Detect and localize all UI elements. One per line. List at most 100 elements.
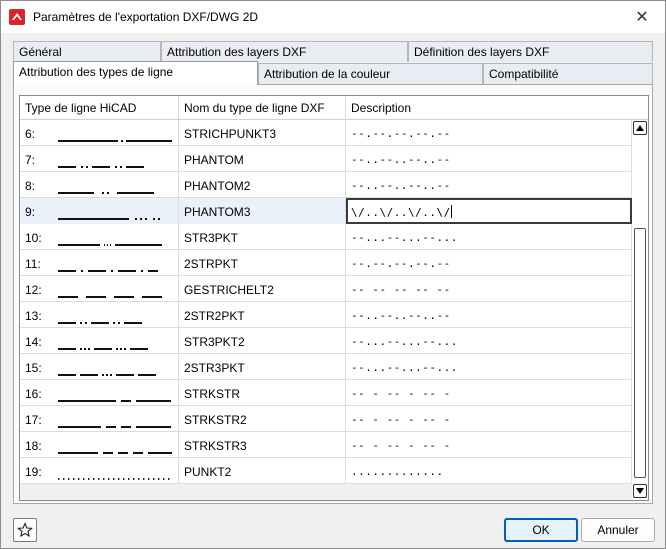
dxf-name-cell[interactable]: PUNKT2 [179, 458, 346, 484]
description-cell[interactable]: --...--...--... [346, 354, 632, 380]
tab-compatibility[interactable]: Compatibilité [483, 63, 653, 84]
table-row[interactable]: 14: STR3PKT2 --...--...--... [20, 328, 632, 354]
dxf-name-cell[interactable]: STR3PKT [179, 224, 346, 250]
close-icon: ✕ [635, 9, 649, 26]
row-number: 18: [25, 439, 42, 453]
tab-layer-attribution[interactable]: Attribution des layers DXF [161, 41, 408, 62]
dxf-name-cell[interactable]: PHANTOM3 [179, 198, 346, 224]
row-number: 7: [25, 153, 36, 167]
hicad-linetype-cell[interactable]: 14: [20, 328, 179, 354]
row-number: 9: [25, 205, 36, 219]
tab-general[interactable]: Général [13, 41, 161, 62]
linetype-pattern-icon [58, 400, 171, 402]
table-row[interactable]: 16: STRKSTR -- - -- - -- - [20, 380, 632, 406]
vertical-scrollbar[interactable] [632, 120, 648, 500]
linetype-pattern-icon [58, 140, 172, 142]
hicad-linetype-cell[interactable]: 9: [20, 198, 179, 224]
cancel-button[interactable]: Annuler [581, 518, 655, 542]
hicad-linetype-cell[interactable]: 8: [20, 172, 179, 198]
hicad-linetype-cell[interactable]: 18: [20, 432, 179, 458]
hicad-linetype-cell[interactable]: 16: [20, 380, 179, 406]
column-header-hicad-linetype[interactable]: Type de ligne HiCAD [20, 96, 179, 120]
linetype-pattern [58, 444, 172, 458]
hicad-linetype-cell[interactable]: 6: [20, 120, 179, 146]
table-row[interactable]: 10: STR3PKT --...--...--... [20, 224, 632, 250]
hicad-linetype-cell[interactable]: 10: [20, 224, 179, 250]
table-row[interactable]: 19: PUNKT2............. [20, 458, 632, 484]
linetype-pattern [58, 158, 172, 172]
linetype-pattern-icon [58, 218, 160, 220]
column-header-dxf-name[interactable]: Nom du type de ligne DXF [179, 96, 346, 120]
table-row[interactable]: 7: PHANTOM --..--..--..-- [20, 146, 632, 172]
tab-color-attribution[interactable]: Attribution de la couleur [258, 63, 483, 84]
row-number: 6: [25, 127, 36, 141]
linetype-pattern-icon [58, 270, 158, 272]
dxf-name-cell[interactable]: GESTRICHELT2 [179, 276, 346, 302]
title-bar: Paramètres de l'exportation DXF/DWG 2D ✕ [1, 1, 665, 33]
table-row[interactable]: 13: 2STR2PKT --..--..--..-- [20, 302, 632, 328]
table-row[interactable]: 11: 2STRPKT --.--.--.--.-- [20, 250, 632, 276]
row-number: 12: [25, 283, 42, 297]
table-row[interactable]: 15: 2STR3PKT --...--...--... [20, 354, 632, 380]
dxf-name-cell[interactable]: 2STR3PKT [179, 354, 346, 380]
close-button[interactable]: ✕ [619, 1, 665, 33]
description-cell[interactable]: --...--...--... [346, 328, 632, 354]
dxf-name-cell[interactable]: STRKSTR3 [179, 432, 346, 458]
scroll-down-button[interactable] [633, 484, 647, 498]
row-number: 15: [25, 361, 42, 375]
column-header-description[interactable]: Description [346, 96, 632, 120]
scroll-thumb[interactable] [634, 228, 646, 478]
star-icon [17, 522, 33, 538]
hicad-linetype-cell[interactable]: 12: [20, 276, 179, 302]
description-edit-field[interactable]: \/..\/..\/..\/ [346, 198, 632, 224]
linetype-pattern-icon [58, 322, 142, 324]
dxf-name-cell[interactable]: 2STR2PKT [179, 302, 346, 328]
dxf-name-cell[interactable]: STRICHPUNKT3 [179, 120, 346, 146]
table-row[interactable]: 6: STRICHPUNKT3 --.--.--.--.-- [20, 120, 632, 146]
linetype-pattern [58, 392, 172, 406]
hicad-linetype-cell[interactable]: 19: [20, 458, 179, 484]
hicad-linetype-cell[interactable]: 13: [20, 302, 179, 328]
linetype-pattern [58, 314, 172, 328]
ok-button[interactable]: OK [504, 518, 578, 542]
description-cell[interactable]: --.--.--.--.-- [346, 120, 632, 146]
description-cell[interactable]: --..--..--..-- [346, 172, 632, 198]
dialog-window: Paramètres de l'exportation DXF/DWG 2D ✕… [0, 0, 666, 549]
description-cell[interactable]: -- - -- - -- - [346, 432, 632, 458]
linetype-pattern-icon [58, 192, 154, 194]
hicad-linetype-cell[interactable]: 15: [20, 354, 179, 380]
hicad-linetype-cell[interactable]: 7: [20, 146, 179, 172]
linetype-pattern [58, 418, 172, 432]
row-number: 19: [25, 465, 42, 479]
table-row[interactable]: 12: GESTRICHELT2 -- -- -- -- -- [20, 276, 632, 302]
linetype-pattern [58, 262, 172, 276]
tab-linetype-attribution[interactable]: Attribution des types de ligne [13, 61, 258, 85]
description-cell[interactable]: -- - -- - -- - [346, 406, 632, 432]
linetype-pattern [58, 366, 172, 380]
linetype-pattern [58, 288, 172, 302]
dxf-name-cell[interactable]: STRKSTR2 [179, 406, 346, 432]
table-row[interactable]: 8: PHANTOM2 --..--..--..-- [20, 172, 632, 198]
dxf-name-cell[interactable]: PHANTOM2 [179, 172, 346, 198]
triangle-down-icon [636, 488, 644, 494]
dxf-name-cell[interactable]: STRKSTR [179, 380, 346, 406]
description-cell[interactable]: --.--.--.--.-- [346, 250, 632, 276]
dxf-name-cell[interactable]: STR3PKT2 [179, 328, 346, 354]
hicad-linetype-cell[interactable]: 17: [20, 406, 179, 432]
favorites-button[interactable] [13, 518, 37, 542]
description-cell[interactable]: --..--..--..-- [346, 302, 632, 328]
table-row[interactable]: 17: STRKSTR2 -- - -- - -- - [20, 406, 632, 432]
table-row[interactable]: 18: STRKSTR3 -- - -- - -- - [20, 432, 632, 458]
hicad-linetype-cell[interactable]: 11: [20, 250, 179, 276]
dxf-name-cell[interactable]: 2STRPKT [179, 250, 346, 276]
row-number: 16: [25, 387, 42, 401]
tab-layer-definition[interactable]: Définition des layers DXF [408, 41, 653, 62]
description-cell[interactable]: -- -- -- -- -- [346, 276, 632, 302]
description-cell[interactable]: --...--...--... [346, 224, 632, 250]
description-cell[interactable]: ............. [346, 458, 632, 484]
description-cell[interactable]: -- - -- - -- - [346, 380, 632, 406]
description-cell[interactable]: --..--..--..-- [346, 146, 632, 172]
scroll-up-button[interactable] [633, 121, 647, 135]
table-row[interactable]: 9: PHANTOM3 \/..\/..\/..\/ [20, 198, 632, 224]
dxf-name-cell[interactable]: PHANTOM [179, 146, 346, 172]
